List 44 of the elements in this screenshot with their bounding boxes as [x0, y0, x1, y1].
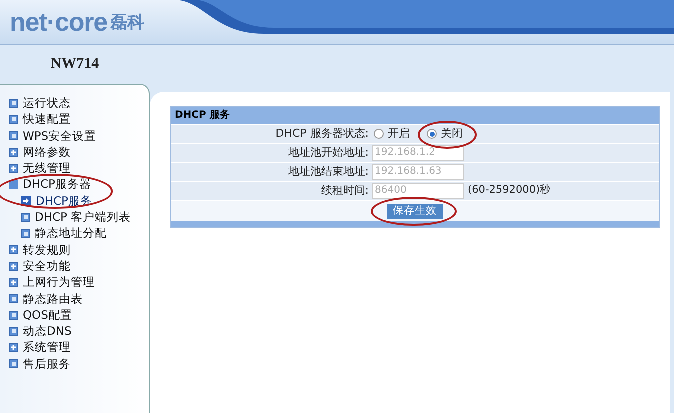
arrow-icon [21, 196, 31, 206]
sidebar-item[interactable]: QOS配置 [9, 306, 72, 324]
sidebar-item[interactable]: 上网行为管理 [9, 274, 95, 291]
sidebar-item[interactable]: 网络参数 [9, 144, 71, 160]
sidebar-item[interactable]: WPS安全设置 [9, 128, 97, 144]
sidebar-item[interactable]: 运行状态 [9, 95, 71, 112]
save-button[interactable]: 保存生效 [387, 204, 443, 219]
square-icon [9, 359, 18, 368]
square-icon [9, 114, 18, 124]
square-icon [9, 98, 18, 108]
square-icon [9, 294, 18, 304]
field-label: 地址池开始地址: [287, 144, 370, 161]
sidebar-subitem[interactable]: 静态地址分配 [9, 225, 149, 242]
range-hint: (60-2592000)秒 [468, 183, 552, 198]
square-icon [21, 229, 30, 238]
plus-icon [9, 278, 18, 287]
sidebar-item[interactable]: 快速配置 [9, 111, 71, 128]
plus-icon [9, 164, 18, 173]
square-icon [9, 310, 18, 320]
sidebar-item[interactable]: 无线管理 [9, 160, 71, 176]
sidebar-subitem[interactable]: DHCP 客户端列表 [9, 209, 149, 226]
square-icon [9, 326, 18, 336]
plus-icon [9, 262, 18, 271]
logo-chinese: 磊科 [110, 12, 144, 36]
square-icon [9, 131, 18, 140]
field-label: 续租时间: [320, 182, 370, 199]
sidebar-item[interactable]: 系统管理 [9, 339, 71, 356]
table-title: DHCP 服务 [171, 107, 659, 124]
plus-icon [9, 148, 18, 157]
radio-option[interactable]: 开启 [374, 126, 410, 142]
field-label: DHCP 服务器状态: [274, 126, 370, 142]
field-label: 地址池结束地址: [287, 164, 370, 180]
plus-icon [9, 343, 18, 352]
radio-option[interactable]: 关闭 [427, 126, 463, 142]
sidebar-item[interactable]: DHCP服务器 [9, 176, 92, 193]
sidebar-item[interactable]: 静态路由表 [9, 290, 83, 307]
sidebar-item[interactable]: 转发规则 [9, 242, 71, 258]
sidebar-item[interactable]: 安全功能 [9, 258, 71, 274]
sidebar-item[interactable]: 动态DNS [9, 323, 72, 340]
square-icon [21, 212, 30, 222]
logo: net·core [10, 6, 108, 38]
sidebar-item[interactable]: 售后服务 [9, 356, 71, 372]
plus-icon [9, 245, 18, 254]
model-name: NW714 [50, 55, 100, 74]
